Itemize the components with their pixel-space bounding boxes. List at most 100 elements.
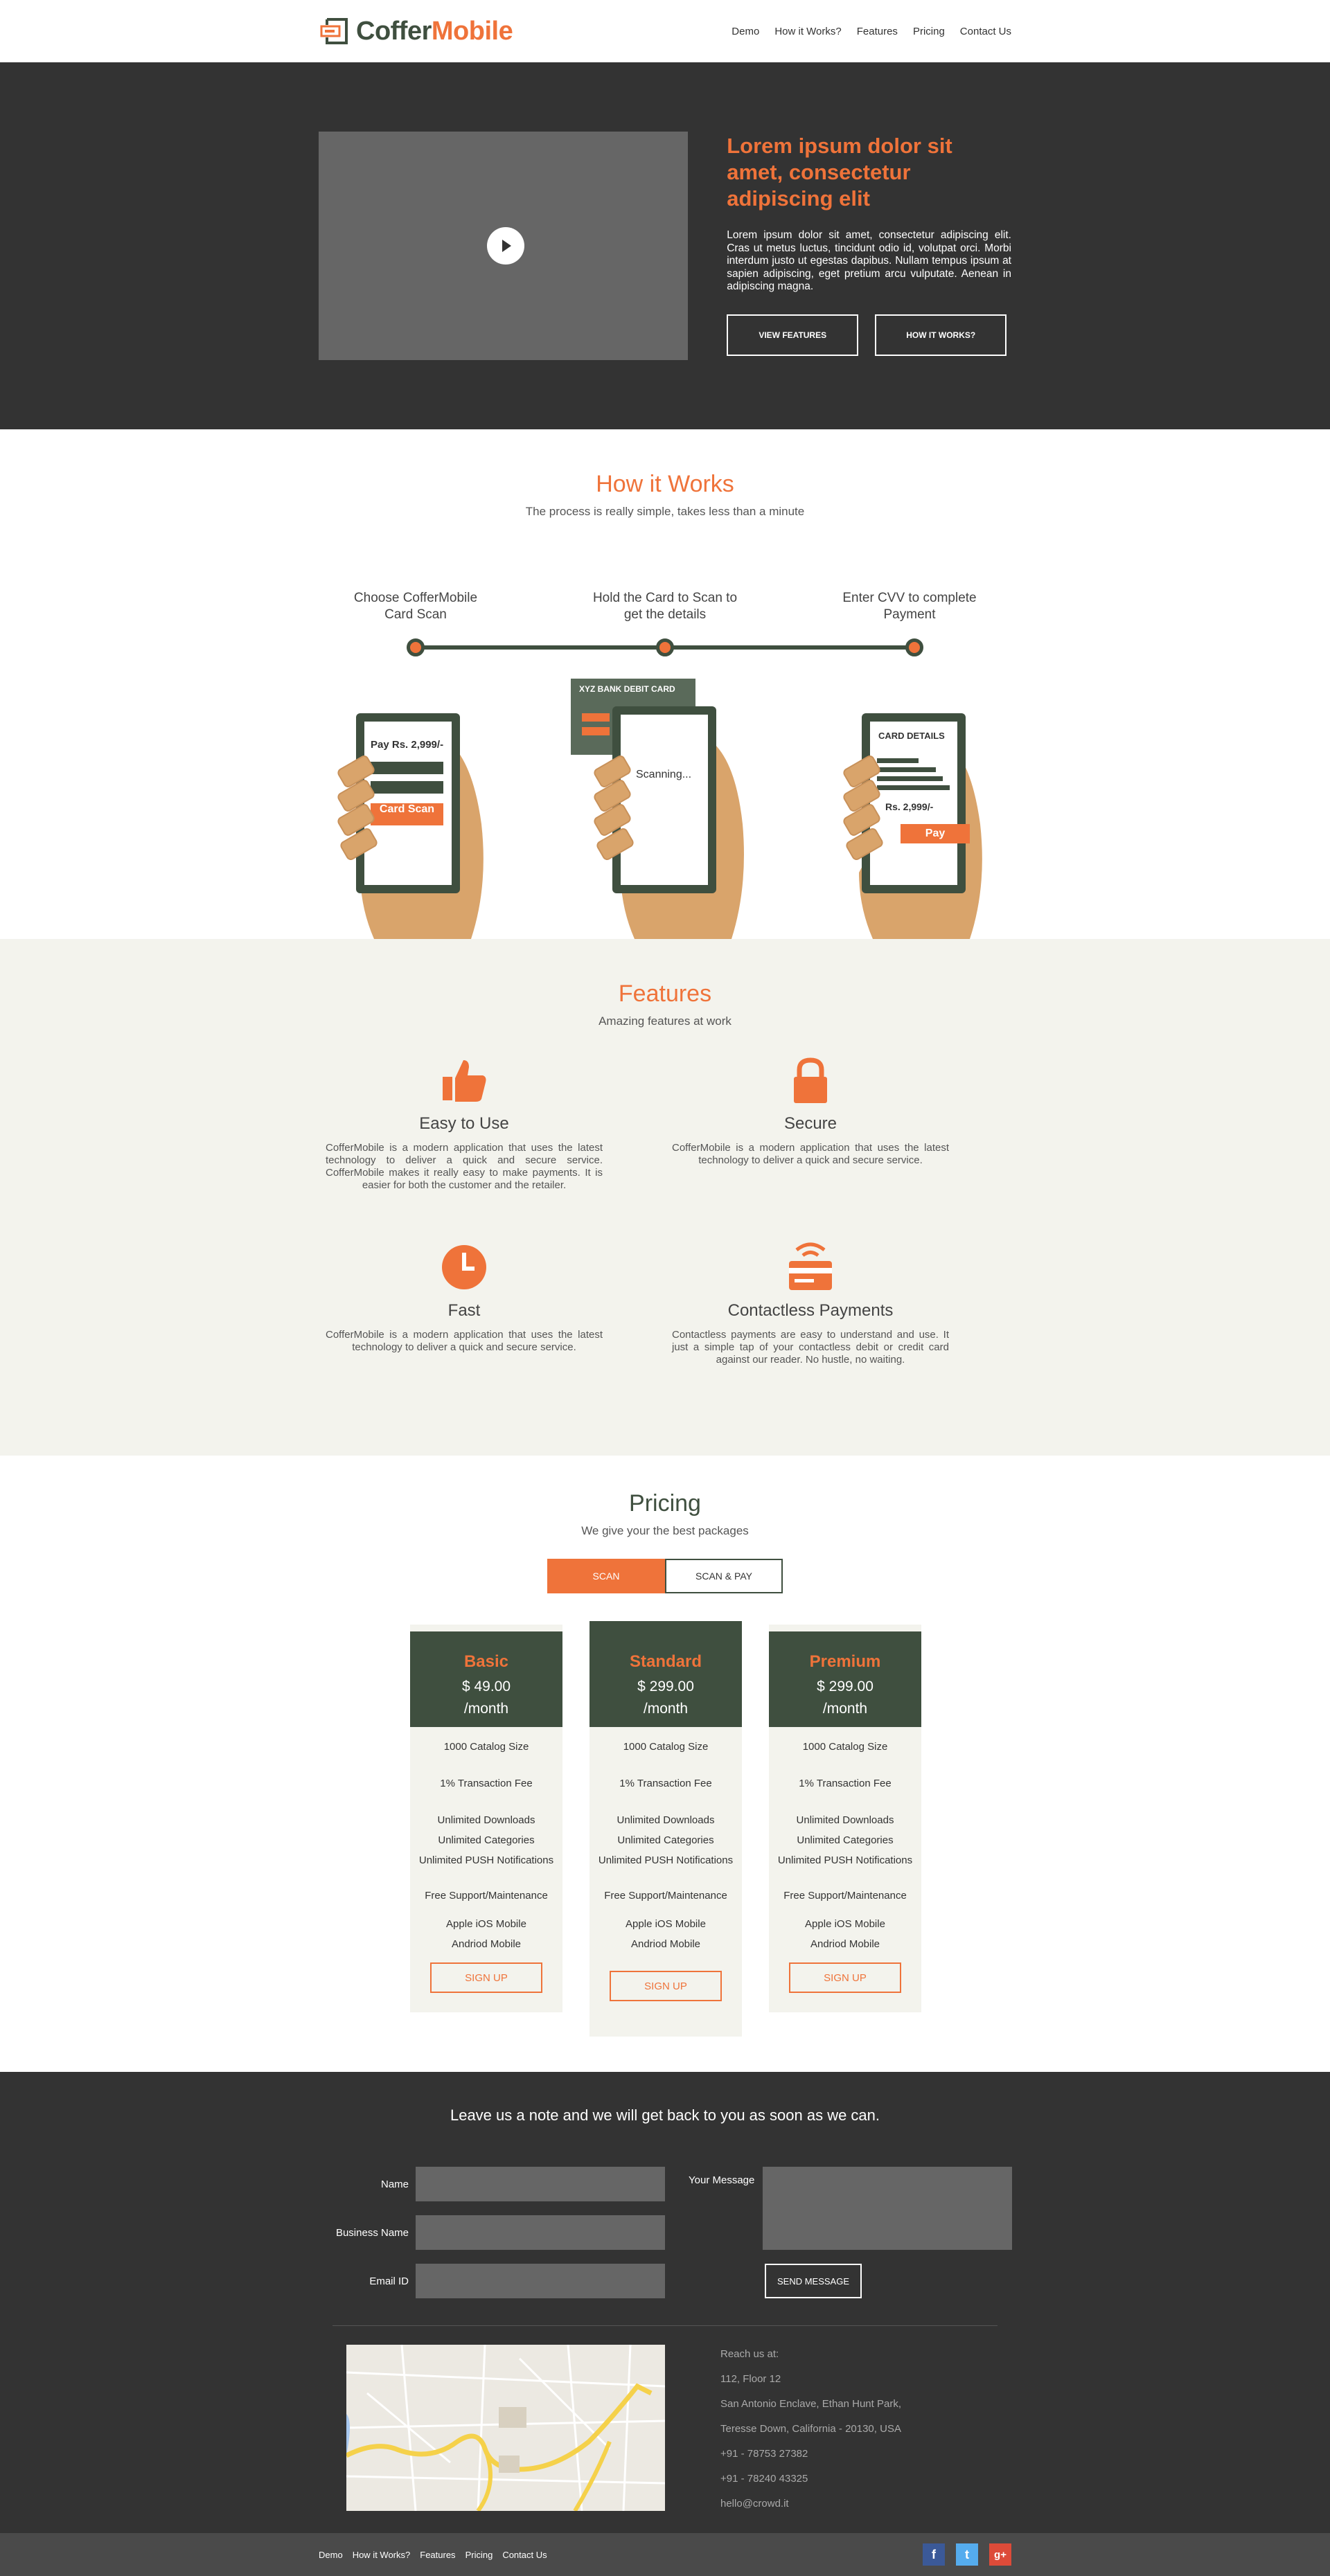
footer-nav: Demo How it Works? Features Pricing Cont… <box>319 2550 547 2560</box>
plan-basic: Basic $ 49.00 /month 1000 Catalog Size 1… <box>410 1625 562 2012</box>
plan-name: Standard <box>629 1652 702 1671</box>
video-player[interactable] <box>319 132 689 360</box>
pricing-section: Pricing We give your the best packages S… <box>0 1456 1330 2072</box>
plan-feature: Apple iOS Mobile <box>805 1918 885 1930</box>
plan-price: $ 299.00 <box>817 1679 874 1694</box>
plan-feature: Apple iOS Mobile <box>626 1918 706 1930</box>
signup-button-standard[interactable]: SIGN UP <box>610 1971 722 2001</box>
brand-name-part2: Mobile <box>431 16 513 46</box>
plan-feature: Andriod Mobile <box>451 1938 522 1950</box>
signup-button-premium[interactable]: SIGN UP <box>789 1962 901 1993</box>
timeline-dot-3 <box>905 638 923 656</box>
plan-feature: Unlimited PUSH Notifications <box>598 1854 734 1866</box>
hero-body: Lorem ipsum dolor sit amet, consectetur … <box>727 229 1011 292</box>
footer-nav-features[interactable]: Features <box>420 2550 455 2560</box>
signup-button-basic[interactable]: SIGN UP <box>430 1962 542 1993</box>
nav-demo[interactable]: Demo <box>732 26 759 37</box>
brand-logo[interactable]: CofferMobile <box>319 15 513 47</box>
address-line: 112, Floor 12 <box>720 2373 781 2385</box>
plan-period: /month <box>643 1701 689 1717</box>
plan-name: Premium <box>809 1652 881 1671</box>
pricing-subtitle: We give your the best packages <box>581 1524 749 1537</box>
address-line: San Antonio Enclave, Ethan Hunt Park, <box>720 2398 901 2410</box>
contactless-card-icon <box>789 1242 832 1290</box>
feature-fast: Fast CofferMobile is a modern applicatio… <box>326 1243 603 1354</box>
plan-feature: Free Support/Maintenance <box>425 1890 548 1902</box>
pricing-title: Pricing <box>629 1490 701 1517</box>
plan-feature: Apple iOS Mobile <box>446 1918 526 1930</box>
footer-nav-contact-us[interactable]: Contact Us <box>502 2550 547 2560</box>
view-features-button[interactable]: VIEW FEATURES <box>727 314 859 356</box>
social-links: f t g+ <box>923 2543 1011 2566</box>
email-link[interactable]: hello@crowd.it <box>720 2492 901 2516</box>
phone3-pay-button: Pay <box>925 828 946 839</box>
plan-feature: 1000 Catalog Size <box>623 1741 709 1753</box>
clock-icon <box>442 1245 486 1289</box>
timeline-dot-1 <box>407 638 425 656</box>
feature-contactless: Contactless Payments Contactless payment… <box>672 1242 949 1366</box>
name-field[interactable] <box>416 2167 665 2201</box>
play-icon[interactable] <box>487 227 524 265</box>
plan-price: $ 299.00 <box>637 1679 694 1694</box>
phone1-card-scan-button: Card Scan <box>379 803 435 815</box>
nav-how-it-works[interactable]: How it Works? <box>774 26 841 37</box>
nav-pricing[interactable]: Pricing <box>913 26 945 37</box>
feature-text: CofferMobile is a modern application tha… <box>672 1142 949 1166</box>
plan-feature: 1000 Catalog Size <box>802 1741 888 1753</box>
how-it-works-button[interactable]: HOW IT WORKS? <box>875 314 1007 356</box>
features-title: Features <box>618 981 712 1007</box>
feature-title: Fast <box>447 1301 481 1320</box>
tab-scan-and-pay[interactable]: SCAN & PAY <box>665 1559 783 1593</box>
feature-secure: Secure CofferMobile is a modern applicat… <box>672 1056 949 1167</box>
plan-feature: Unlimited Categories <box>617 1834 714 1846</box>
plan-period: /month <box>822 1701 868 1717</box>
business-name-field[interactable] <box>416 2215 665 2250</box>
plan-feature: Unlimited PUSH Notifications <box>418 1854 554 1866</box>
step-label-1: Choose CofferMobile Card Scan <box>353 591 478 622</box>
plan-period: /month <box>463 1701 509 1717</box>
how-title: How it Works <box>596 471 734 497</box>
plan-name: Basic <box>463 1652 509 1671</box>
plan-feature: Unlimited Downloads <box>437 1814 535 1826</box>
timeline-dot-2 <box>656 638 674 656</box>
how-it-works-section: How it Works The process is really simpl… <box>0 429 1330 939</box>
lock-icon <box>794 1057 827 1103</box>
footer-nav-pricing[interactable]: Pricing <box>466 2550 493 2560</box>
how-subtitle: The process is really simple, takes less… <box>525 505 805 518</box>
plan-feature: 1% Transaction Fee <box>799 1778 892 1789</box>
plan-feature: Free Support/Maintenance <box>783 1890 907 1902</box>
feature-easy-to-use: Easy to Use CofferMobile is a modern app… <box>326 1056 603 1192</box>
tab-scan[interactable]: SCAN <box>547 1559 665 1593</box>
pricing-toggle: SCAN SCAN & PAY <box>0 1559 1330 1593</box>
brand-name-part1: Coffer <box>356 16 432 46</box>
email-field[interactable] <box>416 2264 665 2298</box>
hand-phone-illustration-1 <box>337 713 484 939</box>
message-field[interactable] <box>763 2167 1012 2250</box>
phone2-scanning-status: Scanning... <box>636 769 692 780</box>
nav-contact-us[interactable]: Contact Us <box>960 26 1011 37</box>
location-map[interactable] <box>346 2345 665 2511</box>
thumbs-up-icon <box>443 1060 486 1102</box>
hand-phone-illustration-2 <box>571 679 744 939</box>
google-plus-icon[interactable]: g+ <box>989 2543 1011 2566</box>
phone-line: +91 - 78240 43325 <box>720 2473 808 2485</box>
contact-heading: Leave us a note and we will get back to … <box>450 2107 880 2124</box>
step-label-3: Enter CVV to complete Payment <box>842 591 977 622</box>
features-section: Features Amazing features at work Easy t… <box>0 939 1330 1456</box>
plan-feature: Unlimited Categories <box>438 1834 535 1846</box>
plan-feature: Unlimited Categories <box>797 1834 894 1846</box>
wallet-logo-icon <box>320 18 348 44</box>
nav-features[interactable]: Features <box>857 26 898 37</box>
twitter-icon[interactable]: t <box>956 2543 978 2566</box>
hero-title: Lorem ipsum dolor sit amet, consectetur … <box>727 134 952 211</box>
footer-nav-how-it-works[interactable]: How it Works? <box>353 2550 411 2560</box>
phone3-amount: Rs. 2,999/- <box>885 801 934 812</box>
send-message-button[interactable]: SEND MESSAGE <box>765 2264 862 2298</box>
feature-title: Contactless Payments <box>727 1301 894 1320</box>
hero-section: Lorem ipsum dolor sit amet, consectetur … <box>0 62 1330 429</box>
plan-feature: Unlimited PUSH Notifications <box>777 1854 913 1866</box>
address-line: Reach us at: <box>720 2348 779 2360</box>
site-footer: Demo How it Works? Features Pricing Cont… <box>0 2533 1330 2576</box>
facebook-icon[interactable]: f <box>923 2543 945 2566</box>
footer-nav-demo[interactable]: Demo <box>319 2550 343 2560</box>
